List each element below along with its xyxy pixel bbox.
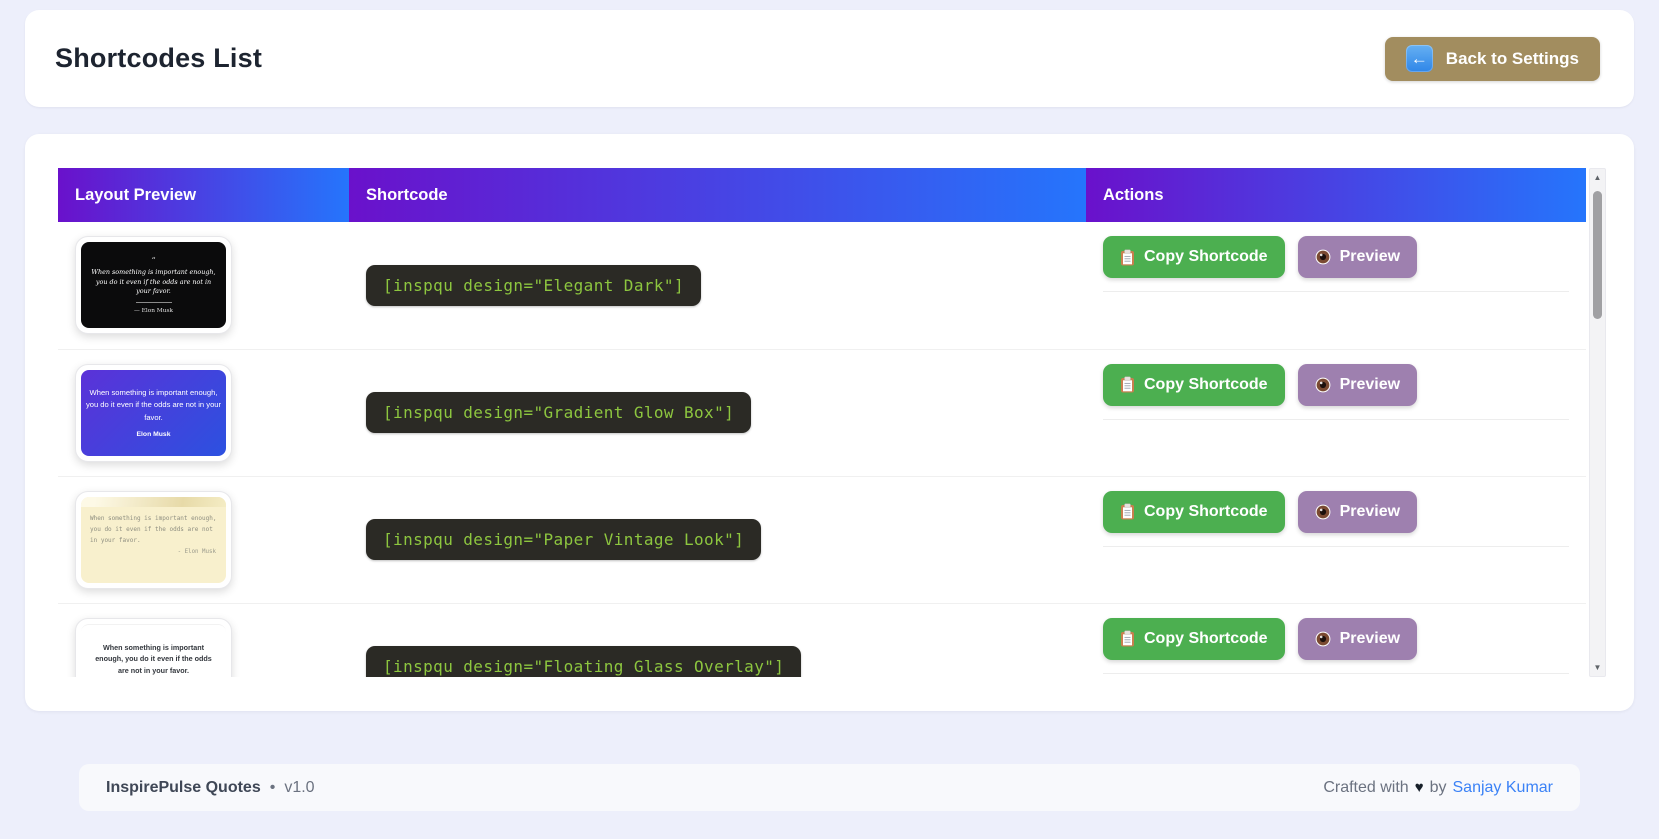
copy-button-label: Copy Shortcode [1144,503,1268,521]
preview-thumbnail-paper-vintage: When something is important enough, you … [75,491,232,589]
shortcode-cell: [inspqu design="Elegant Dark"] [349,222,1086,349]
page-footer: InspirePulse Quotes • v1.0 Crafted with … [79,764,1580,811]
actions-divider [1103,291,1569,292]
shortcodes-card: Layout Preview Shortcode Actions “ When … [25,134,1634,711]
back-button-label: Back to Settings [1446,49,1579,69]
table-header-row: Layout Preview Shortcode Actions [58,168,1586,222]
preview-thumbnail-gradient-glow-box: When something is important enough, you … [75,364,232,462]
quote-author: - Elon Musk [81,547,226,555]
table-row: “ When something is important enough, yo… [58,222,1586,349]
page-header: Shortcodes List ← Back to Settings [25,10,1634,107]
quote-text: When something is important enough, you … [81,625,226,677]
shortcode-value: [inspqu design="Gradient Glow Box"] [366,392,751,433]
shortcode-cell: [inspqu design="Paper Vintage Look"] [349,476,1086,603]
footer-brand-group: InspirePulse Quotes • v1.0 [106,779,315,797]
copy-button-label: Copy Shortcode [1144,376,1268,394]
preview-button[interactable]: Preview [1298,364,1417,406]
copy-shortcode-button[interactable]: Copy Shortcode [1103,491,1285,533]
page-title: Shortcodes List [55,43,262,74]
floating-glass-card: When something is important enough, you … [81,624,226,678]
layout-preview-cell: When something is important enough, you … [58,476,349,603]
copy-button-label: Copy Shortcode [1144,630,1268,648]
footer-crafted-text: Crafted with [1323,779,1408,797]
elegant-dark-card: “ When something is important enough, yo… [81,242,226,328]
table-row: When something is important enough, you … [58,603,1586,677]
copy-shortcode-button[interactable]: Copy Shortcode [1103,236,1285,278]
scrollbar-up-button[interactable]: ▲ [1590,169,1605,186]
table-scrollbar[interactable]: ▲ ▼ [1589,168,1606,677]
shortcode-cell: [inspqu design="Gradient Glow Box"] [349,349,1086,476]
footer-by-text: by [1430,779,1447,797]
shortcode-value: [inspqu design="Paper Vintage Look"] [366,519,761,560]
column-header-actions: Actions [1086,168,1586,222]
preview-button-label: Preview [1340,630,1400,648]
footer-credit-group: Crafted with ♥ by Sanjay Kumar [1323,779,1553,797]
copy-shortcode-button[interactable]: Copy Shortcode [1103,364,1285,406]
clipboard-icon [1120,630,1135,647]
footer-brand: InspirePulse Quotes [106,779,261,797]
eye-icon [1315,631,1331,647]
shortcode-cell: [inspqu design="Floating Glass Overlay"] [349,603,1086,677]
footer-separator: • [270,779,276,797]
gradient-glow-card: When something is important enough, you … [81,370,226,456]
copy-button-label: Copy Shortcode [1144,248,1268,266]
quote-text: When something is important enough, you … [81,507,226,547]
actions-cell: Copy Shortcode Preview [1086,349,1586,476]
actions-divider [1103,546,1569,547]
clipboard-icon [1120,249,1135,266]
quote-text: When something is important enough, you … [81,387,226,423]
quote-author: — Elon Musk [81,308,226,314]
table-row: When something is important enough, you … [58,349,1586,476]
actions-cell: Copy Shortcode Preview [1086,222,1586,349]
clipboard-icon [1120,376,1135,393]
heart-icon: ♥ [1415,779,1424,796]
shortcode-value: [inspqu design="Elegant Dark"] [366,265,701,306]
eye-icon [1315,249,1331,265]
eye-icon [1315,377,1331,393]
scrollbar-down-button[interactable]: ▼ [1590,659,1605,676]
footer-version: v1.0 [284,779,314,797]
preview-button[interactable]: Preview [1298,491,1417,533]
scrollbar-thumb[interactable] [1593,191,1602,319]
actions-cell: Copy Shortcode Preview [1086,603,1586,677]
layout-preview-cell: “ When something is important enough, yo… [58,222,349,349]
preview-button[interactable]: Preview [1298,236,1417,278]
copy-shortcode-button[interactable]: Copy Shortcode [1103,618,1285,660]
quote-text: When something is important enough, you … [81,268,226,298]
shortcodes-table: Layout Preview Shortcode Actions “ When … [58,168,1586,677]
preview-button-label: Preview [1340,503,1400,521]
preview-thumbnail-floating-glass: When something is important enough, you … [75,618,232,678]
shortcode-value: [inspqu design="Floating Glass Overlay"] [366,646,801,677]
preview-thumbnail-elegant-dark: “ When something is important enough, yo… [75,236,232,334]
column-header-layout-preview: Layout Preview [58,168,349,222]
actions-divider [1103,419,1569,420]
actions-cell: Copy Shortcode Preview [1086,476,1586,603]
eye-icon [1315,504,1331,520]
paper-vintage-card: When something is important enough, you … [81,497,226,583]
actions-divider [1103,673,1569,674]
paper-fold [81,497,226,507]
preview-button[interactable]: Preview [1298,618,1417,660]
preview-button-label: Preview [1340,248,1400,266]
credit-link[interactable]: Sanjay Kumar [1453,779,1554,797]
preview-button-label: Preview [1340,376,1400,394]
back-to-settings-button[interactable]: ← Back to Settings [1385,37,1600,81]
layout-preview-cell: When something is important enough, you … [58,349,349,476]
quote-author: Elon Musk [81,431,226,438]
quote-mark: “ [81,256,226,265]
back-arrow-icon: ← [1406,45,1433,72]
table-row: When something is important enough, you … [58,476,1586,603]
clipboard-icon [1120,503,1135,520]
table-viewport: Layout Preview Shortcode Actions “ When … [58,168,1586,677]
layout-preview-cell: When something is important enough, you … [58,603,349,677]
shortcodes-table-area: Layout Preview Shortcode Actions “ When … [58,168,1606,677]
column-header-shortcode: Shortcode [349,168,1086,222]
quote-divider [136,302,172,303]
